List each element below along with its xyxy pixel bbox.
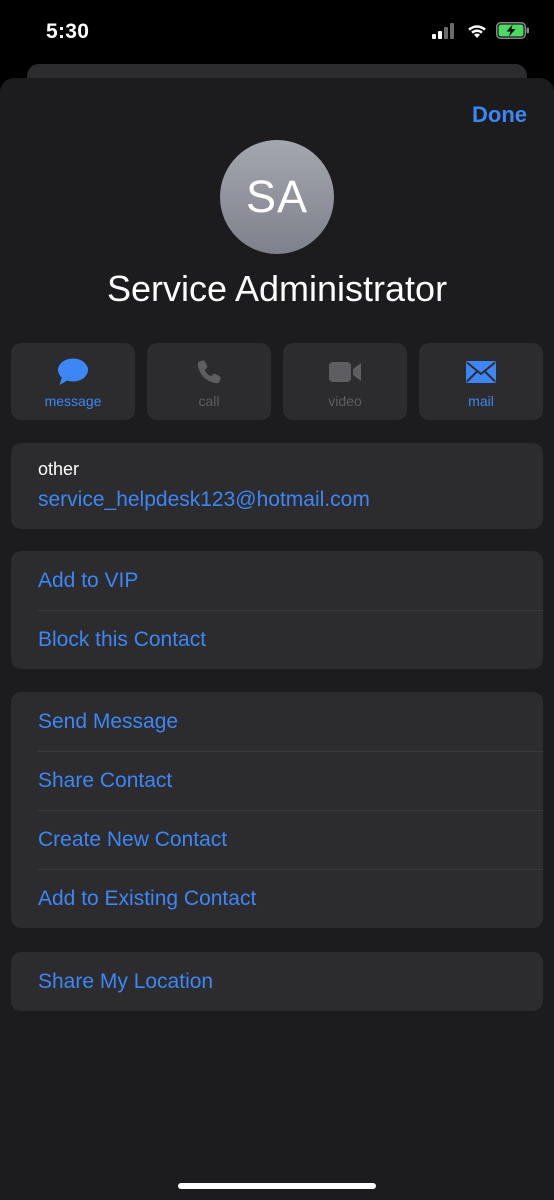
quick-actions: message call video mail (11, 343, 543, 420)
create-new-contact-button[interactable]: Create New Contact (11, 810, 543, 869)
cellular-signal-icon (432, 22, 458, 44)
send-message-button[interactable]: Send Message (11, 692, 543, 751)
add-to-vip-button[interactable]: Add to VIP (11, 551, 543, 610)
done-button[interactable]: Done (472, 102, 527, 128)
envelope-icon (465, 358, 497, 386)
mail-action-label: mail (468, 393, 494, 409)
share-my-location-button[interactable]: Share My Location (11, 952, 543, 1011)
status-time: 5:30 (46, 20, 90, 43)
battery-charging-icon (496, 22, 530, 44)
message-action-label: message (44, 393, 102, 409)
phone-icon (196, 358, 222, 386)
location-group: Share My Location (11, 952, 543, 1011)
avatar: SA (220, 140, 334, 254)
message-bubble-icon (57, 358, 89, 386)
email-cell[interactable]: other service_helpdesk123@hotmail.com (11, 443, 543, 529)
vip-block-group: Add to VIP Block this Contact (11, 551, 543, 669)
add-to-existing-contact-button[interactable]: Add to Existing Contact (11, 869, 543, 928)
status-icons (432, 22, 530, 44)
wifi-icon (466, 23, 488, 44)
share-contact-button[interactable]: Share Contact (11, 751, 543, 810)
contact-name: Service Administrator (106, 268, 448, 309)
contact-sheet: Done SA Service Administrator message ca… (0, 78, 554, 1200)
contact-card-screen: 5:30 Done SA Service Administrator messa… (0, 0, 554, 1200)
video-action-button[interactable]: video (283, 343, 407, 420)
call-action-button[interactable]: call (147, 343, 271, 420)
block-contact-button[interactable]: Block this Contact (11, 610, 543, 669)
mail-action-button[interactable]: mail (419, 343, 543, 420)
status-bar: 5:30 (0, 0, 554, 66)
avatar-initials: SA (245, 171, 309, 222)
email-address-link[interactable]: service_helpdesk123@hotmail.com (38, 488, 370, 512)
call-action-label: call (198, 393, 220, 409)
video-camera-icon (328, 358, 362, 386)
message-action-button[interactable]: message (11, 343, 135, 420)
email-type-label: other (38, 459, 80, 479)
video-action-label: video (328, 393, 362, 409)
contact-actions-group: Send Message Share Contact Create New Co… (11, 692, 543, 928)
home-indicator[interactable] (178, 1183, 376, 1189)
